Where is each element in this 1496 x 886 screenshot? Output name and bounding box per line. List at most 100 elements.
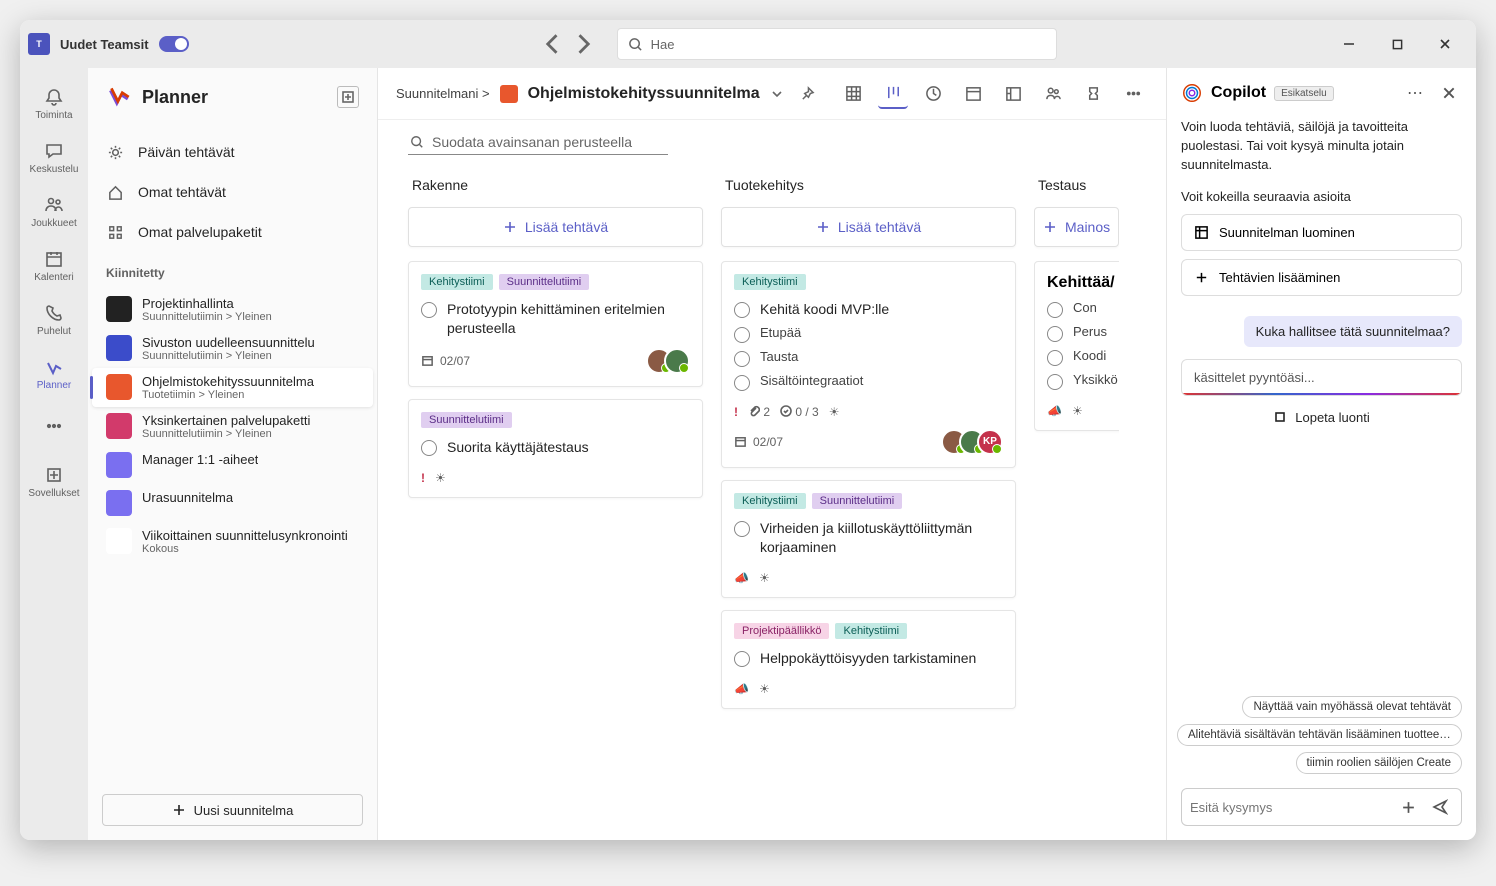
- subtask-checkbox[interactable]: [1047, 374, 1063, 390]
- sidebar-row-grid[interactable]: Omat palvelupaketit: [88, 212, 377, 252]
- tag-pm: Projektipäällikkö: [734, 623, 829, 639]
- add-task-button[interactable]: Mainos: [1034, 207, 1119, 247]
- plan-item[interactable]: Sivuston uudelleensuunnitteluSuunnittelu…: [92, 329, 373, 368]
- prompt-chip[interactable]: tiimin roolien säilöjen Create: [1296, 752, 1462, 774]
- subtask-checkbox[interactable]: [1047, 350, 1063, 366]
- column-header[interactable]: Tuotekehitys: [721, 169, 1016, 207]
- announcement-icon: 📣: [1047, 404, 1062, 418]
- plan-item[interactable]: Urasuunnitelma: [92, 484, 373, 522]
- assignees[interactable]: [654, 348, 690, 374]
- subtask-checkbox[interactable]: [1047, 326, 1063, 342]
- nav-forward-button[interactable]: [569, 30, 597, 58]
- task-card[interactable]: SuunnittelutiimiSuorita käyttäjätestaus!…: [408, 399, 703, 498]
- more-views-button[interactable]: [1118, 79, 1148, 109]
- maximize-button[interactable]: [1374, 28, 1420, 60]
- sun-icon: [104, 144, 126, 161]
- subtask-checkbox[interactable]: [1047, 302, 1063, 318]
- close-button[interactable]: [1422, 28, 1468, 60]
- task-card[interactable]: Kehittää/ConPerusKoodiYksikkö📣☀: [1034, 261, 1119, 431]
- add-tab-button[interactable]: [337, 86, 359, 108]
- sidebar-row-home[interactable]: Omat tehtävät: [88, 172, 377, 212]
- rail-planner[interactable]: Planner: [24, 348, 84, 398]
- new-teams-toggle[interactable]: [159, 36, 189, 52]
- attach-button[interactable]: [1395, 794, 1421, 820]
- people-view-button[interactable]: [1038, 79, 1068, 109]
- copilot-more-button[interactable]: ⋯: [1402, 80, 1428, 106]
- copilot-suggestion[interactable]: Suunnitelman luominen: [1181, 214, 1462, 251]
- breadcrumb[interactable]: Suunnitelmani >: [396, 86, 490, 101]
- user-message: Kuka hallitsee tätä suunnitelmaa?: [1244, 316, 1462, 347]
- new-plan-button[interactable]: Uusi suunnitelma: [102, 794, 363, 826]
- task-checkbox[interactable]: [734, 521, 750, 537]
- rail-activity[interactable]: Toiminta: [24, 78, 84, 128]
- planner-logo-icon: [106, 84, 132, 110]
- column-header[interactable]: Rakenne: [408, 169, 703, 207]
- task-checkbox[interactable]: [734, 651, 750, 667]
- add-task-button[interactable]: Lisää tehtävä: [721, 207, 1016, 247]
- plan-item[interactable]: OhjelmistokehityssuunnitelmaTuotetiimin …: [92, 368, 373, 407]
- grid-view-button[interactable]: [838, 79, 868, 109]
- pin-icon[interactable]: [800, 86, 815, 101]
- grid-icon: [104, 224, 126, 241]
- task-card[interactable]: ProjektipäällikköKehitystiimiHelppokäytt…: [721, 610, 1016, 709]
- task-card[interactable]: KehitystiimiSuunnittelutiimiVirheiden ja…: [721, 480, 1016, 598]
- rail-apps[interactable]: Sovellukset: [24, 456, 84, 506]
- plan-item[interactable]: Manager 1:1 -aiheet: [92, 446, 373, 484]
- plan-color-icon: [106, 296, 132, 322]
- board-view-button[interactable]: [878, 79, 908, 109]
- task-checkbox[interactable]: [734, 302, 750, 318]
- timeline-view-button[interactable]: [918, 79, 948, 109]
- task-checkbox[interactable]: [421, 302, 437, 318]
- copilot-close-button[interactable]: [1436, 80, 1462, 106]
- add-task-button[interactable]: Lisää tehtävä: [408, 207, 703, 247]
- titlebar: T Uudet Teamsit Hae: [20, 20, 1476, 68]
- send-button[interactable]: [1427, 794, 1453, 820]
- schedule-view-button[interactable]: [958, 79, 988, 109]
- new-teams-label: Uudet Teamsit: [60, 37, 149, 52]
- prompt-chip[interactable]: Näyttää vain myöhässä olevat tehtävät: [1242, 696, 1462, 718]
- plan-item[interactable]: Yksinkertainen palvelupakettiSuunnittelu…: [92, 407, 373, 446]
- tag-design: Suunnittelutiimi: [812, 493, 903, 509]
- rail-more[interactable]: [24, 402, 84, 452]
- effort-icon: ☀: [759, 571, 770, 585]
- column-header[interactable]: Testaus: [1034, 169, 1119, 207]
- subtask-checkbox[interactable]: [734, 351, 750, 367]
- copilot-text-field[interactable]: [1190, 800, 1389, 815]
- plan-color-icon: [500, 85, 518, 103]
- charts-view-button[interactable]: [998, 79, 1028, 109]
- goals-view-button[interactable]: [1078, 79, 1108, 109]
- effort-icon: ☀: [759, 682, 770, 696]
- nav-back-button[interactable]: [539, 30, 567, 58]
- rail-chat[interactable]: Keskustelu: [24, 132, 84, 182]
- rail-calendar[interactable]: Kalenteri: [24, 240, 84, 290]
- task-title: Virheiden ja kiillotuskäyttöliittymän ko…: [760, 519, 1003, 557]
- task-title: Prototyypin kehittäminen eritelmien peru…: [447, 300, 690, 338]
- prompt-chip[interactable]: Alitehtäviä sisältävän tehtävän lisäämin…: [1177, 724, 1462, 746]
- home-icon: [104, 184, 126, 201]
- copilot-suggestion[interactable]: Tehtävien lisääminen: [1181, 259, 1462, 296]
- task-card[interactable]: KehitystiimiKehitä koodi MVP:lleEtupääTa…: [721, 261, 1016, 468]
- plan-header: Suunnitelmani > Ohjelmistokehityssuunnit…: [378, 68, 1166, 120]
- attachment-count: 2: [748, 405, 770, 419]
- subtask-checkbox[interactable]: [734, 375, 750, 391]
- copilot-input[interactable]: [1181, 788, 1462, 826]
- minimize-button[interactable]: [1326, 28, 1372, 60]
- search-input[interactable]: Hae: [617, 28, 1057, 60]
- sidebar-row-sun[interactable]: Päivän tehtävät: [88, 132, 377, 172]
- plus-icon: [1043, 220, 1057, 234]
- assignees[interactable]: KP: [949, 429, 1003, 455]
- filter-input[interactable]: Suodata avainsanan perusteella: [408, 130, 668, 155]
- processing-message: käsittelet pyyntöäsi...: [1181, 359, 1462, 396]
- plan-item[interactable]: Viikoittainen suunnittelusynkronointiKok…: [92, 522, 373, 561]
- search-placeholder: Hae: [651, 37, 675, 52]
- stop-generation-button[interactable]: Lopeta luonti: [1181, 396, 1462, 439]
- plan-item[interactable]: ProjektinhallintaSuunnittelutiimin > Yle…: [92, 290, 373, 329]
- subtask-checkbox[interactable]: [734, 327, 750, 343]
- rail-teams[interactable]: Joukkueet: [24, 186, 84, 236]
- rail-calls[interactable]: Puhelut: [24, 294, 84, 344]
- announcement-icon: 📣: [734, 571, 749, 585]
- chevron-down-icon[interactable]: [770, 87, 784, 101]
- task-card[interactable]: KehitystiimiSuunnittelutiimiPrototyypin …: [408, 261, 703, 387]
- task-checkbox[interactable]: [421, 440, 437, 456]
- plan-color-icon: [106, 452, 132, 478]
